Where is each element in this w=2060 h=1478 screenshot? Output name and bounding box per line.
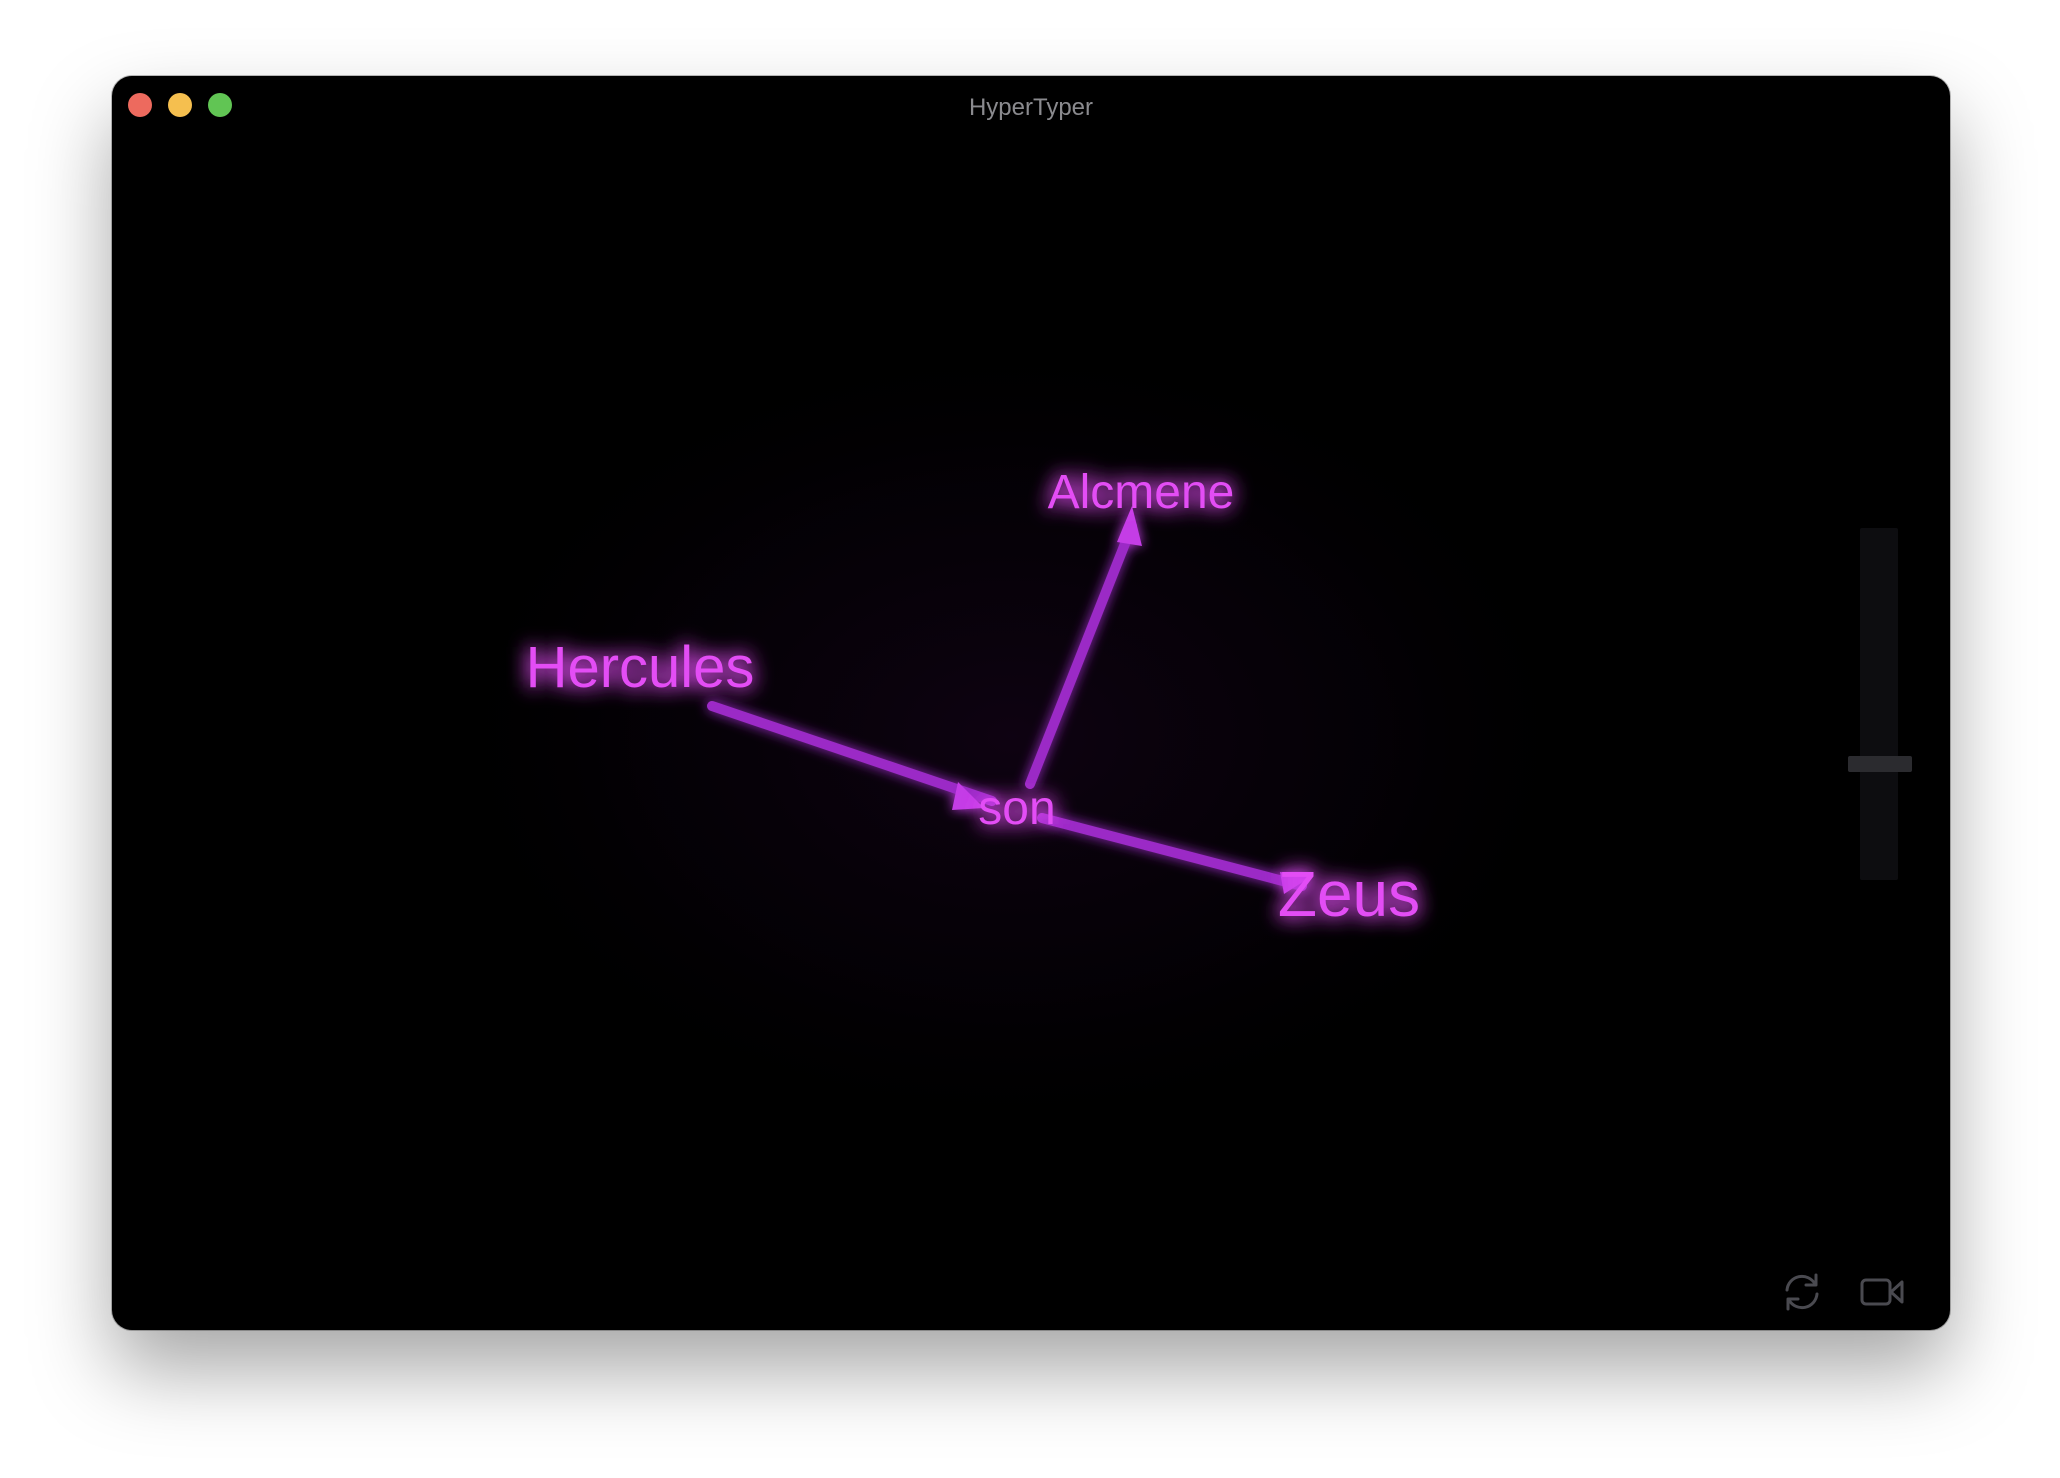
background-glow bbox=[412, 316, 1612, 1156]
window-title: HyperTyper bbox=[968, 94, 1094, 121]
node-alcmene[interactable]: Alcmene bbox=[1048, 466, 1235, 519]
record-button[interactable] bbox=[1858, 1268, 1906, 1316]
title-bar[interactable]: HyperTyper bbox=[112, 76, 1950, 140]
graph-canvas[interactable]: Alcmene Hercules son Zeus bbox=[112, 76, 1950, 1330]
zoom-slider-thumb[interactable] bbox=[1848, 755, 1912, 772]
app-window: Alcmene Hercules son Zeus HyperTyper bbox=[112, 76, 1950, 1330]
zoom-slider[interactable] bbox=[1860, 528, 1898, 880]
reset-button[interactable] bbox=[1778, 1268, 1826, 1316]
node-zeus[interactable]: Zeus bbox=[1278, 858, 1420, 930]
video-camera-icon bbox=[1860, 1278, 1904, 1306]
node-hercules[interactable]: Hercules bbox=[526, 635, 755, 700]
node-son[interactable]: son bbox=[978, 782, 1055, 835]
refresh-icon bbox=[1785, 1273, 1819, 1311]
